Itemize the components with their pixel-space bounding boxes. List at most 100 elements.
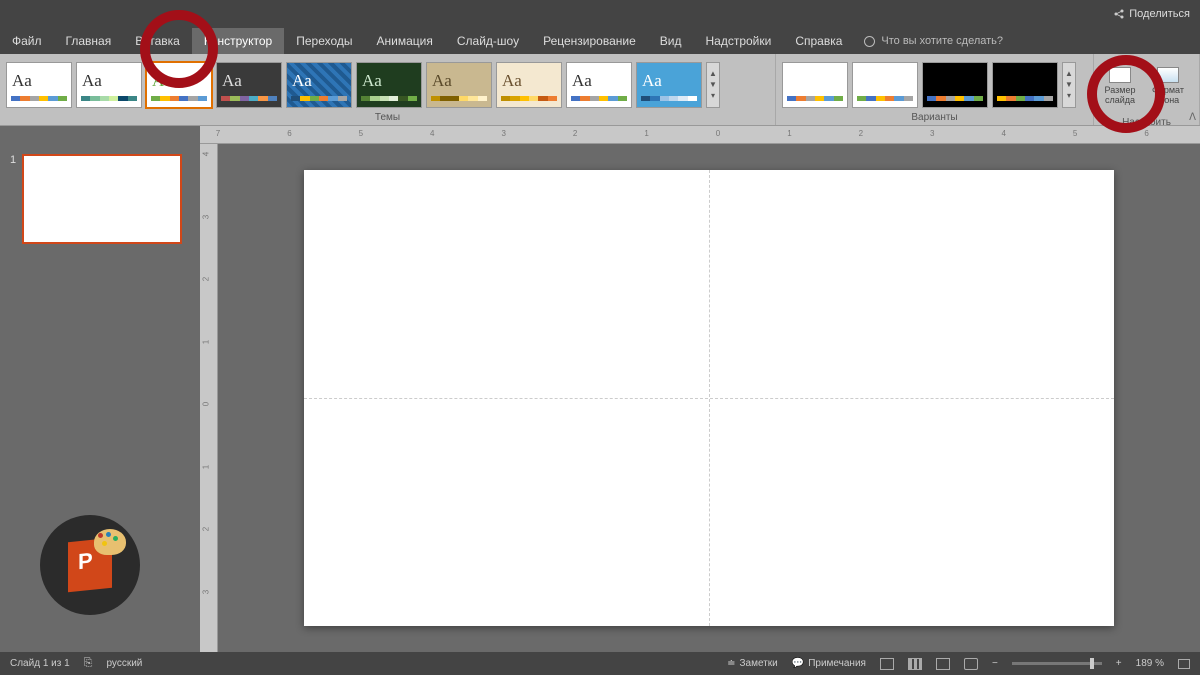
ruler-number: 1 [202,339,211,343]
tab-view[interactable]: Вид [648,28,694,54]
theme-tile[interactable]: Aa [356,62,422,108]
theme-tile[interactable]: Aa [6,62,72,108]
theme-tile[interactable]: Aa [636,62,702,108]
theme-preview-text: Aa [222,71,242,91]
theme-tile[interactable]: Aa [76,62,142,108]
theme-preview-text: Aa [362,71,382,91]
ruler-number: 4 [430,129,434,138]
ruler-number: 4 [1001,129,1005,138]
theme-color-bar [431,96,487,101]
tab-review[interactable]: Рецензирование [531,28,648,54]
notes-button[interactable]: ≐Заметки [727,658,778,669]
customize-group: Размер слайда Формат фона Настроить [1094,54,1200,125]
lightbulb-icon [864,36,875,47]
slide-size-label: Размер слайда [1098,85,1142,105]
fit-to-window-icon[interactable] [1178,659,1190,669]
share-button[interactable]: Поделиться [1113,8,1190,20]
theme-tile[interactable]: Aa [566,62,632,108]
slide-sorter-view-icon[interactable] [908,658,922,670]
variants-more-button[interactable]: ▲▼▾ [1062,62,1076,108]
theme-color-bar [291,96,347,101]
ruler-number: 2 [573,129,577,138]
tab-file[interactable]: Файл [0,28,54,54]
theme-color-bar [151,96,207,101]
variant-color-bar [857,96,913,101]
tab-animation[interactable]: Анимация [365,28,445,54]
zoom-level[interactable]: 189 % [1136,658,1164,669]
workspace: 1 432101234 [0,144,1200,652]
vertical-ruler: 432101234 [200,144,218,652]
ruler-number: 2 [202,277,211,281]
titlebar: Поделиться [0,0,1200,28]
share-icon [1113,8,1125,20]
theme-preview-text: Aa [12,71,32,91]
normal-view-icon[interactable] [880,658,894,670]
slide-size-button[interactable]: Размер слайда [1098,56,1142,116]
tab-help[interactable]: Справка [783,28,854,54]
ruler-number: 0 [202,402,211,406]
zoom-out-icon[interactable]: − [992,658,998,669]
spellcheck-icon[interactable]: ⎘ [84,657,93,670]
palette-icon [94,529,126,555]
tab-home[interactable]: Главная [54,28,124,54]
theme-tile[interactable]: Aa [216,62,282,108]
zoom-slider[interactable] [1012,662,1102,665]
theme-preview-text: Aa [642,71,662,91]
ruler-number: 6 [1144,129,1148,138]
reading-view-icon[interactable] [936,658,950,670]
ruler-number: 6 [287,129,291,138]
tab-transitions[interactable]: Переходы [284,28,364,54]
ruler-number: 3 [202,214,211,218]
tell-me-box[interactable]: Что вы хотите сделать? [864,28,1003,54]
theme-preview-text: Aa [502,71,522,91]
slide-canvas[interactable] [304,170,1114,626]
powerpoint-logo-badge [40,515,140,615]
theme-color-bar [11,96,67,101]
theme-color-bar [81,96,137,101]
theme-color-bar [641,96,697,101]
themes-group-label: Темы [0,111,775,125]
ruler-number: 1 [787,129,791,138]
tab-slideshow[interactable]: Слайд-шоу [445,28,531,54]
tab-insert[interactable]: Вставка [123,28,192,54]
tab-design[interactable]: Конструктор [192,28,284,54]
comments-button[interactable]: 💬Примечания [792,658,866,669]
canvas-area: 432101234 [200,144,1200,652]
slide-stage[interactable] [218,144,1200,652]
theme-color-bar [571,96,627,101]
variant-tile[interactable] [852,62,918,108]
theme-preview-text: Aa [432,71,452,91]
theme-preview-text: Aa [152,71,172,91]
format-background-button[interactable]: Формат фона [1146,56,1190,116]
slideshow-view-icon[interactable] [964,658,978,670]
theme-color-bar [501,96,557,101]
theme-tile[interactable]: Aa [146,62,212,108]
slide-counter[interactable]: Слайд 1 из 1 [10,658,70,669]
ribbon: Aa Aa Aa Aa Aa Aa Aa Aa Aa Aa ▲▼▾ Темы ▲▼▾ Вариант… [0,54,1200,126]
theme-tile[interactable]: Aa [426,62,492,108]
theme-preview-text: Aa [572,71,592,91]
variant-tile[interactable] [782,62,848,108]
ruler-number: 0 [716,129,720,138]
theme-tile[interactable]: Aa [496,62,562,108]
variant-tile[interactable] [922,62,988,108]
ruler-number: 1 [644,129,648,138]
themes-group: Aa Aa Aa Aa Aa Aa Aa Aa Aa Aa ▲▼▾ Темы [0,54,776,125]
variant-color-bar [787,96,843,101]
thumbnail-number: 1 [10,154,16,244]
theme-tile[interactable]: Aa [286,62,352,108]
ruler-number: 3 [501,129,505,138]
variant-tile[interactable] [992,62,1058,108]
variants-group: ▲▼▾ Варианты [776,54,1094,125]
variant-color-bar [997,96,1053,101]
menubar: Файл Главная Вставка Конструктор Переход… [0,28,1200,54]
tell-me-label: Что вы хотите сделать? [881,35,1003,47]
collapse-ribbon-icon[interactable]: ᐱ [1189,112,1196,123]
format-bg-icon [1157,67,1179,83]
language-indicator[interactable]: русский [106,658,142,669]
tab-addins[interactable]: Надстройки [693,28,783,54]
slide-thumbnail[interactable] [22,154,182,244]
themes-more-button[interactable]: ▲▼▾ [706,62,720,108]
ruler-number: 3 [202,589,211,593]
zoom-in-icon[interactable]: + [1116,658,1122,669]
